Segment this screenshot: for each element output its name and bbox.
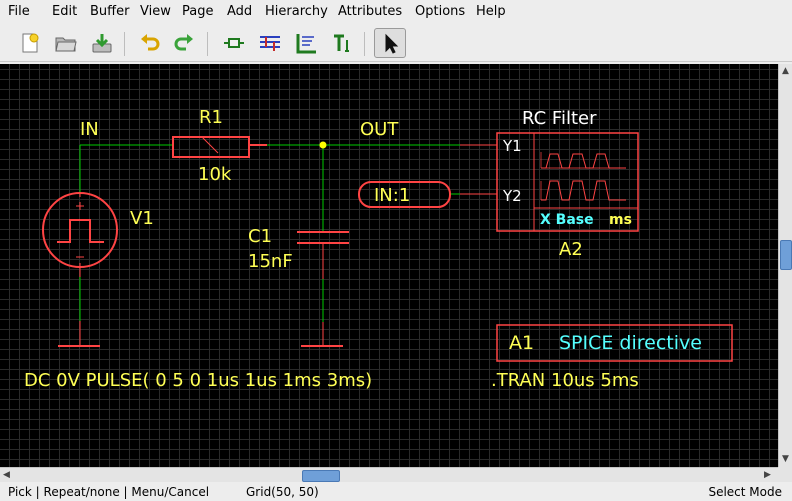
directive-refdes: A1 xyxy=(509,332,534,354)
scope-pin-y1: Y1 xyxy=(502,137,522,155)
menu-view[interactable]: View xyxy=(140,4,171,20)
menu-hierarchy[interactable]: Hierarchy xyxy=(265,4,328,20)
r1-value: 10k xyxy=(198,164,232,185)
net-label-in: IN xyxy=(80,119,99,140)
input-port-label: IN:1 xyxy=(374,185,410,206)
source-value-text: DC 0V PULSE( 0 5 0 1us 1us 1ms 3ms) xyxy=(24,370,372,391)
mouse-hint: Pick | Repeat/none | Menu/Cancel xyxy=(8,485,210,499)
grid-status: Grid(50, 50) xyxy=(246,485,319,499)
c1-refdes: C1 xyxy=(248,226,272,247)
add-bus-button[interactable] xyxy=(292,29,320,57)
vertical-scrollbar[interactable]: ▲ ▼ xyxy=(778,64,792,467)
select-tool-button[interactable] xyxy=(374,28,406,58)
undo-button[interactable] xyxy=(136,29,164,57)
save-icon xyxy=(92,34,112,53)
new-page-icon xyxy=(22,33,39,53)
open-file-icon xyxy=(55,37,77,52)
scope-block-a2[interactable]: RC Filter Y1 Y2 X Base ms A2 xyxy=(460,108,639,260)
tran-command-text: .TRAN 10us 5ms xyxy=(491,370,639,391)
schematic-canvas[interactable]: IN OUT R1 10k V1 C1 15nF IN:1 RC Filter … xyxy=(0,64,778,467)
input-port[interactable]: IN:1 xyxy=(358,181,451,208)
save-button[interactable] xyxy=(88,29,116,57)
spice-directive-a1[interactable]: A1 SPICE directive xyxy=(496,324,733,362)
scope-pin-y2: Y2 xyxy=(502,187,522,205)
net-label-out: OUT xyxy=(360,119,399,140)
redo-icon xyxy=(174,34,193,51)
scope-xbase: X Base xyxy=(540,212,594,228)
redo-button[interactable] xyxy=(170,29,198,57)
menu-help[interactable]: Help xyxy=(476,4,506,20)
toolbar-separator xyxy=(207,32,208,56)
scroll-down-icon[interactable]: ▼ xyxy=(782,454,789,464)
menu-bar: File Edit Buffer View Page Add Hierarchy… xyxy=(0,0,792,24)
toolbar xyxy=(0,24,792,62)
menu-attributes[interactable]: Attributes xyxy=(338,4,402,20)
scope-title: RC Filter xyxy=(522,108,597,129)
scope-unit: ms xyxy=(609,212,632,228)
menu-edit[interactable]: Edit xyxy=(52,4,77,20)
add-bus-icon xyxy=(296,34,316,54)
scroll-right-icon[interactable]: ▶ xyxy=(764,470,771,480)
horizontal-scrollbar[interactable]: ◀ ▶ xyxy=(0,467,778,482)
scroll-up-icon[interactable]: ▲ xyxy=(782,66,789,76)
c1-value: 15nF xyxy=(248,251,293,272)
r1-refdes: R1 xyxy=(199,107,223,128)
new-page-button[interactable] xyxy=(16,29,44,57)
menu-add[interactable]: Add xyxy=(227,4,252,20)
menu-options[interactable]: Options xyxy=(415,4,465,20)
add-text-button[interactable] xyxy=(328,29,356,57)
menu-buffer[interactable]: Buffer xyxy=(90,4,129,20)
junction-dot xyxy=(319,141,327,149)
add-component-button[interactable] xyxy=(220,29,248,57)
toolbar-separator xyxy=(364,32,365,56)
scroll-corner xyxy=(778,467,792,482)
scope-refdes: A2 xyxy=(559,239,583,260)
schematic-drawing: IN OUT R1 10k V1 C1 15nF IN:1 RC Filter … xyxy=(24,107,733,391)
select-pointer-icon xyxy=(385,33,399,54)
vertical-scroll-thumb[interactable] xyxy=(780,240,792,270)
add-component-icon xyxy=(224,38,244,48)
directive-label: SPICE directive xyxy=(559,332,702,354)
add-text-icon xyxy=(334,34,349,52)
voltage-source-v1[interactable]: V1 xyxy=(42,192,154,277)
mode-status: Select Mode xyxy=(708,485,782,499)
v1-refdes: V1 xyxy=(130,208,154,229)
resistor-r1[interactable]: R1 10k xyxy=(172,107,267,185)
undo-icon xyxy=(141,34,160,51)
add-net-button[interactable] xyxy=(256,29,284,57)
add-net-icon xyxy=(260,36,280,51)
open-button[interactable] xyxy=(52,29,80,57)
toolbar-separator xyxy=(124,32,125,56)
status-bar: Pick | Repeat/none | Menu/Cancel Grid(50… xyxy=(0,482,792,501)
horizontal-scroll-thumb[interactable] xyxy=(302,470,340,482)
menu-file[interactable]: File xyxy=(8,4,30,20)
menu-page[interactable]: Page xyxy=(182,4,213,20)
capacitor-c1[interactable]: C1 15nF xyxy=(248,226,349,279)
scroll-left-icon[interactable]: ◀ xyxy=(3,470,10,480)
